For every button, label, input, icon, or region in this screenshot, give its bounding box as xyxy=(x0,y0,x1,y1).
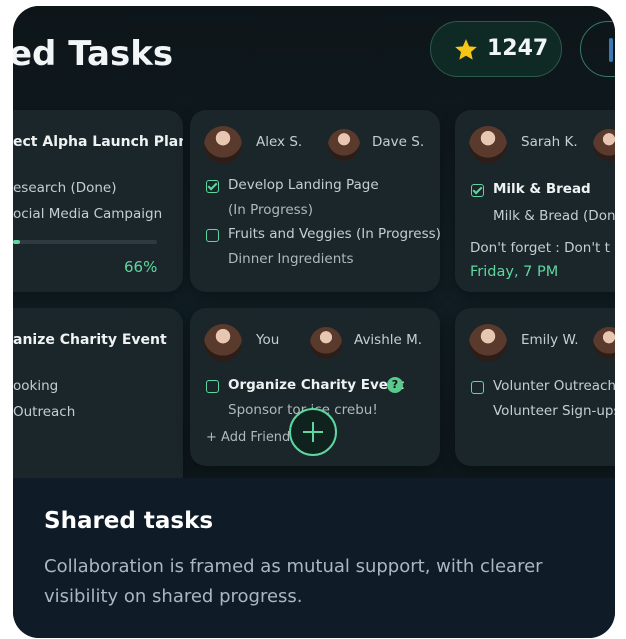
checkbox-icon[interactable] xyxy=(471,381,484,394)
app-screenshot: ed Tasks 1247 ect Alpha Launch Plan esea… xyxy=(13,6,615,478)
note-time: Friday, 7 PM xyxy=(470,264,559,280)
task-card-sarah[interactable]: Sarah K. Milk & Bread Milk & Bread (Done… xyxy=(455,110,615,292)
task-text: Volunter Outreach xyxy=(493,378,615,394)
checkbox-icon[interactable] xyxy=(471,184,484,197)
page-title: ed Tasks xyxy=(13,34,174,74)
avatar xyxy=(310,327,342,359)
checkbox-icon[interactable] xyxy=(206,380,219,393)
progress-fill xyxy=(13,240,20,244)
task-card-alpha[interactable]: ect Alpha Launch Plan esearch (Done) oci… xyxy=(13,110,183,292)
task-text: Volunteer Sign-ups xyxy=(493,403,615,419)
caption-description: Collaboration is framed as mutual suppor… xyxy=(44,556,543,607)
card-title: ect Alpha Launch Plan xyxy=(13,134,183,150)
checkbox-icon[interactable] xyxy=(206,229,219,242)
progress-bar xyxy=(13,240,157,244)
avatar xyxy=(328,129,360,161)
avatar xyxy=(469,324,507,362)
note-text: Don't forget : Don't t ic xyxy=(470,240,615,256)
menu-icon xyxy=(609,38,613,62)
avatar xyxy=(204,324,242,362)
member-name: You xyxy=(256,332,280,348)
avatar xyxy=(204,126,242,164)
task-text: Develop Landing Page xyxy=(228,177,379,193)
avatar xyxy=(593,129,615,161)
member-name: Sarah K. xyxy=(521,134,578,150)
card-title: anize Charity Event xyxy=(13,332,167,348)
member-name: Avishle M. xyxy=(354,332,423,348)
task-card-charity[interactable]: anize Charity Event ooking Outreach xyxy=(13,308,183,478)
avatar xyxy=(469,126,507,164)
points-count: 1247 xyxy=(487,36,549,61)
caption-title: Shared tasks xyxy=(44,508,214,534)
menu-button[interactable] xyxy=(580,21,615,77)
caption-panel: Shared tasks Collaboration is framed as … xyxy=(13,478,615,638)
task-status: (In Progress) xyxy=(228,202,313,218)
task-text: Organize Charity Event xyxy=(228,377,404,393)
list-item: Outreach xyxy=(13,404,76,420)
points-badge[interactable]: 1247 xyxy=(430,21,562,77)
task-card-emily[interactable]: Emily W. Volunter Outreach Volunteer Sig… xyxy=(455,308,615,466)
task-status: Milk & Bread (Done xyxy=(493,208,615,224)
progress-label: 66% xyxy=(124,258,158,276)
avatar xyxy=(593,327,615,359)
add-button[interactable] xyxy=(289,408,337,456)
list-item: ooking xyxy=(13,378,59,394)
list-item: ocial Media Campaign xyxy=(13,206,163,222)
task-text: Milk & Bread xyxy=(493,181,591,197)
help-icon[interactable]: ? xyxy=(387,377,403,393)
checkbox-icon[interactable] xyxy=(206,180,219,193)
member-name: Emily W. xyxy=(521,332,579,348)
list-item: esearch (Done) xyxy=(13,180,117,196)
feature-card: ed Tasks 1247 ect Alpha Launch Plan esea… xyxy=(13,6,615,638)
member-name: Dave S. xyxy=(372,134,425,150)
member-name: Alex S. xyxy=(256,134,303,150)
task-status: Dinner Ingredients xyxy=(228,251,354,267)
add-friend-link[interactable]: + Add Friend xyxy=(206,430,290,445)
task-card-alex-dave[interactable]: Alex S. Dave S. Develop Landing Page (In… xyxy=(190,110,440,292)
task-text: Fruits and Veggies (In Progress) xyxy=(228,226,440,242)
star-icon xyxy=(455,39,477,60)
